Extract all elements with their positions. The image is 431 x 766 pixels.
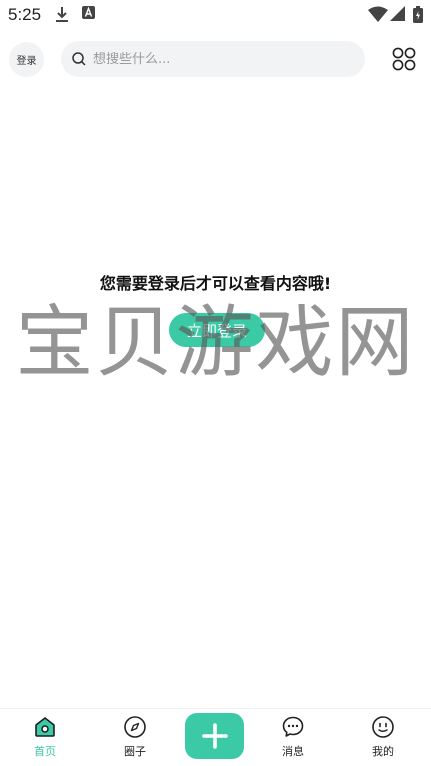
status-bar: 5:25 (0, 0, 431, 30)
login-chip-button[interactable]: 登录 (9, 42, 44, 77)
profile-face-icon (372, 716, 394, 738)
signal-icon (390, 6, 405, 21)
battery-icon (413, 6, 423, 23)
nav-item-circle[interactable]: 圈子 (105, 715, 165, 765)
nav-item-mine[interactable]: 我的 (353, 715, 413, 765)
search-input[interactable] (93, 51, 343, 67)
nav-item-home[interactable]: 首页 (15, 715, 75, 765)
login-now-button[interactable]: 立即登录 (169, 313, 265, 347)
grid-menu-icon[interactable] (391, 46, 417, 72)
font-a-icon (82, 6, 95, 19)
nav-item-messages[interactable]: 消息 (263, 715, 323, 765)
chat-icon (282, 716, 304, 737)
wifi-icon (368, 6, 388, 22)
nav-label-messages: 消息 (282, 745, 304, 758)
download-icon (56, 7, 68, 22)
plus-icon (201, 723, 228, 749)
nav-label-circle: 圈子 (124, 745, 146, 758)
search-bar[interactable] (61, 41, 365, 77)
login-chip-label: 登录 (16, 56, 37, 67)
nav-label-mine: 我的 (372, 745, 394, 758)
search-icon (72, 52, 86, 66)
header: 登录 (0, 38, 431, 80)
home-icon (35, 717, 55, 737)
status-time: 5:25 (8, 5, 42, 24)
login-required-message: 您需要登录后才可以查看内容哦! (99, 274, 332, 293)
bottom-nav: 首页 圈子 消息 我的 (0, 708, 431, 766)
compass-icon (124, 716, 146, 738)
nav-label-home: 首页 (34, 745, 56, 758)
publish-button[interactable] (185, 713, 244, 759)
